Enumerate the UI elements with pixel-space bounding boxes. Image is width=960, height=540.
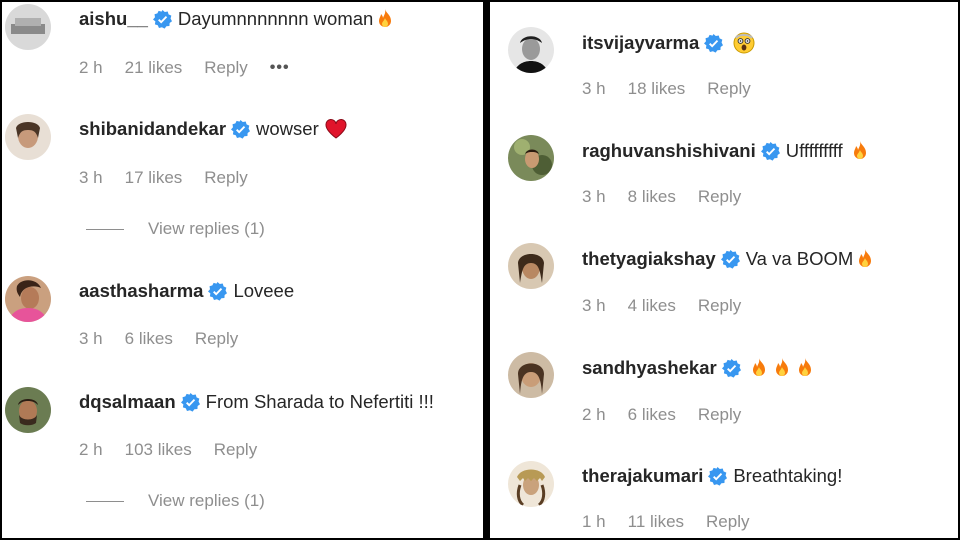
username[interactable]: raghuvanshishivani — [582, 140, 756, 162]
username[interactable]: thetyagiakshay — [582, 248, 716, 270]
username[interactable]: therajakumari — [582, 465, 703, 487]
comment-text: wowser — [256, 118, 319, 139]
fire-icon — [794, 357, 816, 379]
comment-text: Va va BOOM — [745, 248, 854, 269]
verified-badge-icon — [231, 119, 251, 139]
avatar[interactable] — [5, 387, 51, 433]
verified-badge-icon — [152, 9, 172, 29]
like-count[interactable]: 8 likes — [628, 187, 676, 207]
view-replies-button[interactable]: View replies (1) — [86, 219, 265, 239]
reply-button[interactable]: Reply — [204, 168, 247, 188]
reply-button[interactable]: Reply — [698, 405, 741, 425]
username[interactable]: dqsalmaan — [79, 391, 176, 413]
right-comments-panel: itsvijayvarma 3 h 18 likes Reply raghuva… — [490, 2, 958, 538]
like-count[interactable]: 103 likes — [125, 440, 192, 460]
verified-badge-icon — [704, 33, 724, 53]
reply-button[interactable]: Reply — [204, 58, 247, 78]
reply-button[interactable]: Reply — [214, 440, 257, 460]
reply-button[interactable]: Reply — [706, 512, 749, 532]
comment-text: From Sharada to Nefertiti !!! — [205, 391, 434, 412]
verified-badge-icon — [708, 466, 728, 486]
like-count[interactable]: 11 likes — [628, 512, 684, 532]
reply-button[interactable]: Reply — [698, 187, 741, 207]
reply-button[interactable]: Reply — [698, 296, 741, 316]
divider-line — [86, 228, 124, 230]
comment-time: 2 h — [79, 440, 103, 459]
avatar[interactable] — [5, 4, 51, 50]
reply-button[interactable]: Reply — [707, 79, 750, 99]
divider-line — [86, 500, 124, 502]
more-options-button[interactable]: ••• — [270, 59, 290, 77]
comment-time: 1 h — [582, 512, 606, 531]
view-replies-button[interactable]: View replies (1) — [86, 491, 265, 511]
username[interactable]: aasthasharma — [79, 280, 203, 302]
verified-badge-icon — [721, 358, 741, 378]
fire-icon — [748, 357, 770, 379]
comment-time: 2 h — [582, 405, 606, 424]
like-count[interactable]: 21 likes — [125, 58, 183, 78]
like-count[interactable]: 17 likes — [125, 168, 183, 188]
avatar[interactable] — [508, 243, 554, 289]
left-comments-panel: aishu__ Dayumnnnnnnn woman 2 h 21 likes … — [2, 2, 483, 538]
comment-time: 2 h — [79, 58, 103, 77]
fire-icon — [849, 140, 871, 162]
comment-time: 3 h — [79, 329, 103, 348]
username[interactable]: shibanidandekar — [79, 118, 226, 140]
fire-icon — [771, 357, 793, 379]
comment-time: 3 h — [582, 79, 606, 98]
view-replies-label: View replies (1) — [148, 491, 265, 510]
avatar[interactable] — [508, 27, 554, 73]
shocked-face-icon — [733, 32, 755, 54]
comment-text: Loveee — [233, 280, 295, 301]
like-count[interactable]: 6 likes — [125, 329, 173, 349]
like-count[interactable]: 6 likes — [628, 405, 676, 425]
fire-icon — [854, 248, 876, 270]
red-heart-icon — [325, 118, 347, 140]
username[interactable]: sandhyashekar — [582, 357, 717, 379]
reply-button[interactable]: Reply — [195, 329, 238, 349]
view-replies-label: View replies (1) — [148, 219, 265, 238]
fire-icon — [374, 8, 396, 30]
comment-text: Dayumnnnnnnn woman — [177, 8, 374, 29]
comment-text: Breathtaking! — [733, 465, 843, 486]
comment-time: 3 h — [582, 296, 606, 315]
verified-badge-icon — [720, 249, 740, 269]
verified-badge-icon — [208, 281, 228, 301]
verified-badge-icon — [760, 141, 780, 161]
verified-badge-icon — [180, 392, 200, 412]
avatar[interactable] — [508, 352, 554, 398]
comment-time: 3 h — [582, 187, 606, 206]
avatar[interactable] — [5, 114, 51, 160]
comment-time: 3 h — [79, 168, 103, 187]
username[interactable]: aishu__ — [79, 8, 148, 30]
avatar[interactable] — [5, 276, 51, 322]
avatar[interactable] — [508, 135, 554, 181]
like-count[interactable]: 18 likes — [628, 79, 686, 99]
like-count[interactable]: 4 likes — [628, 296, 676, 316]
comment-text: Ufffffffff — [785, 140, 843, 161]
avatar[interactable] — [508, 461, 554, 507]
username[interactable]: itsvijayvarma — [582, 32, 699, 54]
